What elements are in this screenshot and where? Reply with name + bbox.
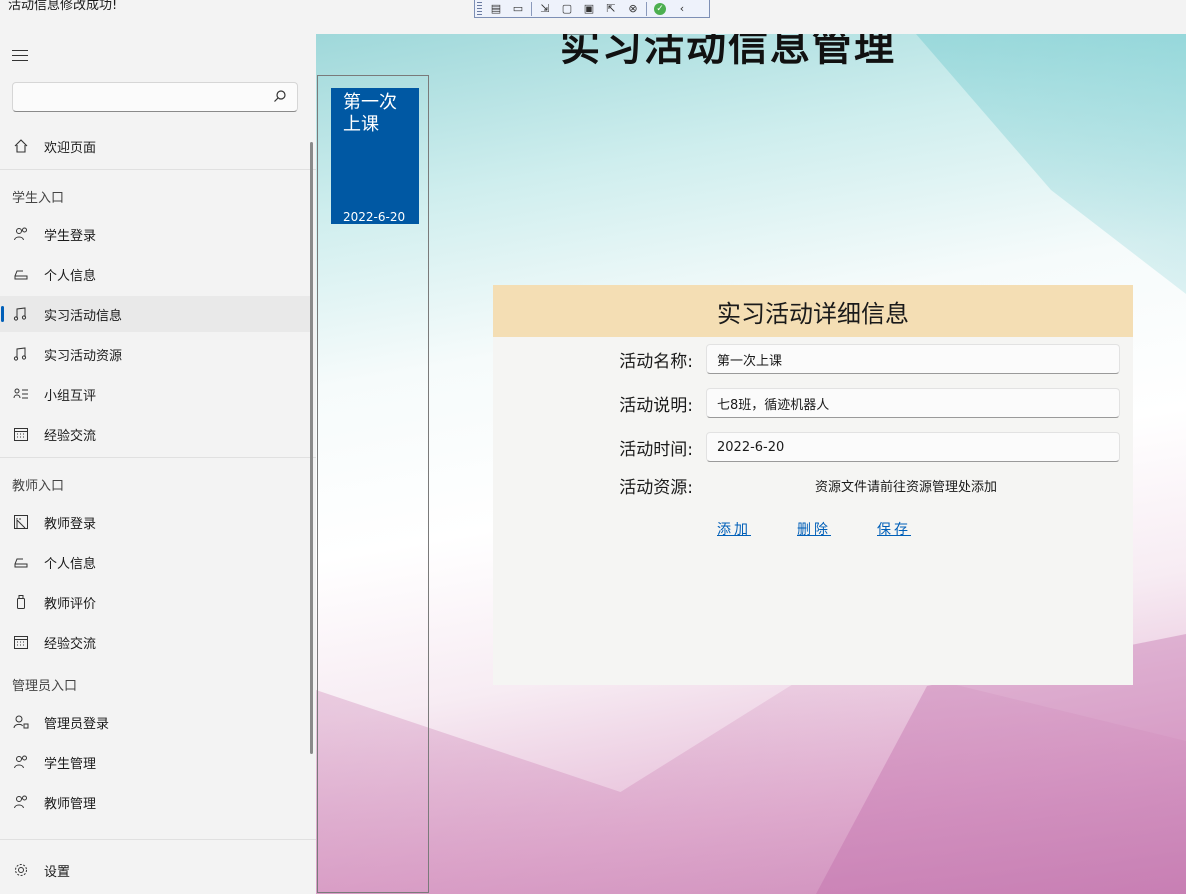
status-message: 活动信息修改成功! (8, 0, 118, 13)
track-focus-icon[interactable]: ▣ (578, 1, 600, 17)
nav-item-settings[interactable]: 设置 (0, 852, 312, 888)
divider (0, 839, 316, 840)
home-icon (12, 137, 30, 155)
nav-item-teacher-evaluation[interactable]: 教师评价 (0, 584, 312, 620)
calendar-icon (12, 633, 30, 651)
binding-failures-icon[interactable]: ⊗ (622, 1, 644, 17)
calendar-icon (12, 425, 30, 443)
search-box[interactable] (12, 82, 298, 112)
resource-note: 资源文件请前往资源管理处添加 (815, 480, 998, 495)
nav-item-activity-resources[interactable]: 实习活动资源 (0, 336, 312, 372)
nav-item-teacher-management[interactable]: 教师管理 (0, 784, 312, 820)
description-field[interactable]: 七8班，循迹机器人 (706, 388, 1120, 418)
navigation-pane: 欢迎页面 学生入口 学生登录 个人信息 实习活动信息 实习活动资源 小组互评 经… (0, 34, 316, 894)
people-icon (12, 793, 30, 811)
nav-item-label: 教师评价 (44, 596, 97, 612)
people-icon (12, 225, 30, 243)
select-element-icon[interactable]: ⇲ (534, 1, 556, 17)
activity-card-date: 2022-6-20 (343, 210, 406, 224)
nav-item-student-management[interactable]: 学生管理 (0, 744, 312, 780)
nav-item-label: 欢迎页面 (44, 140, 97, 156)
nav-item-teacher-profile[interactable]: 个人信息 (0, 544, 312, 580)
search-icon[interactable] (273, 89, 287, 103)
delete-button[interactable]: 删除 (797, 519, 831, 539)
section-header-teacher: 教师入口 (12, 479, 65, 494)
display-layout-icon[interactable]: ⇱ (600, 1, 622, 17)
nav-item-activity-info[interactable]: 实习活动信息 (0, 296, 312, 332)
description-value: 七8班，循迹机器人 (717, 397, 830, 413)
nav-item-welcome[interactable]: 欢迎页面 (0, 128, 312, 164)
top-strip: 活动信息修改成功! ▤ ▭ ⇲ ▢ ▣ ⇱ ⊗ ✓ ‹ (0, 0, 1186, 34)
nav-item-label: 经验交流 (44, 636, 97, 652)
page-title: 实习活动信息管理 (560, 34, 896, 70)
xaml-debug-toolbar: ▤ ▭ ⇲ ▢ ▣ ⇱ ⊗ ✓ ‹ (474, 0, 710, 18)
name-field[interactable]: 第一次上课 (706, 344, 1120, 374)
inbox-icon (12, 265, 30, 283)
activity-detail-panel: 实习活动详细信息 活动名称: 第一次上课 活动说明: 七8班，循迹机器人 活动时… (493, 285, 1133, 685)
divider (0, 169, 316, 170)
nav-item-label: 设置 (44, 864, 71, 880)
layout-adorner-icon[interactable]: ▢ (556, 1, 578, 17)
nav-item-label: 实习活动资源 (44, 348, 123, 364)
inbox-icon (12, 553, 30, 571)
people-icon (12, 753, 30, 771)
section-header-admin: 管理员入口 (12, 679, 78, 694)
nav-item-label: 经验交流 (44, 428, 97, 444)
nav-item-label: 教师登录 (44, 516, 97, 532)
nav-item-label: 个人信息 (44, 268, 97, 284)
nav-item-student-profile[interactable]: 个人信息 (0, 256, 312, 292)
section-header-student: 学生入口 (12, 191, 65, 206)
sidebar-scrollbar[interactable] (310, 142, 313, 754)
nav-item-label: 教师管理 (44, 796, 97, 812)
nav-item-label: 管理员登录 (44, 716, 110, 732)
toolbar-grip[interactable] (477, 1, 482, 16)
time-value: 2022-6-20 (717, 439, 785, 455)
name-label: 活动名称: (619, 352, 693, 372)
ruler-icon (12, 513, 30, 531)
save-button[interactable]: 保存 (877, 519, 911, 539)
nav-item-label: 实习活动信息 (44, 308, 123, 324)
nav-item-label: 学生登录 (44, 228, 97, 244)
music-note-icon (12, 305, 30, 323)
resource-label: 活动资源: (619, 478, 693, 498)
nav-item-label: 小组互评 (44, 388, 97, 404)
camera-icon[interactable]: ▭ (507, 1, 529, 17)
gear-icon (12, 861, 30, 879)
description-label: 活动说明: (619, 396, 693, 416)
nav-item-label: 个人信息 (44, 556, 97, 572)
usb-icon (12, 593, 30, 611)
add-button[interactable]: 添加 (717, 519, 751, 539)
music-note-icon (12, 345, 30, 363)
collapse-chevron-icon[interactable]: ‹ (671, 1, 693, 17)
nav-item-experience-student[interactable]: 经验交流 (0, 416, 312, 452)
detail-header: 实习活动详细信息 (493, 285, 1133, 337)
activity-card-title: 第一次上课 (343, 92, 397, 135)
time-field[interactable]: 2022-6-20 (706, 432, 1120, 462)
nav-item-label: 学生管理 (44, 756, 97, 772)
check-icon[interactable]: ✓ (649, 1, 671, 17)
time-label: 活动时间: (619, 440, 693, 460)
name-value: 第一次上课 (717, 353, 783, 369)
nav-item-teacher-login[interactable]: 教师登录 (0, 504, 312, 540)
activity-list[interactable]: 第一次上课 2022-6-20 (317, 75, 429, 893)
live-visual-tree-icon[interactable]: ▤ (485, 1, 507, 17)
divider (0, 457, 316, 458)
nav-item-experience-teacher[interactable]: 经验交流 (0, 624, 312, 660)
search-input[interactable] (19, 83, 273, 111)
contact-list-icon (12, 385, 30, 403)
nav-item-peer-review[interactable]: 小组互评 (0, 376, 312, 412)
activity-card[interactable]: 第一次上课 2022-6-20 (331, 88, 419, 224)
hamburger-menu-icon[interactable] (12, 50, 28, 62)
main-content: 实习活动信息管理 第一次上课 2022-6-20 实习活动详细信息 活动名称: … (316, 34, 1186, 894)
nav-item-admin-login[interactable]: 管理员登录 (0, 704, 312, 740)
nav-item-student-login[interactable]: 学生登录 (0, 216, 312, 252)
person-key-icon (12, 713, 30, 731)
